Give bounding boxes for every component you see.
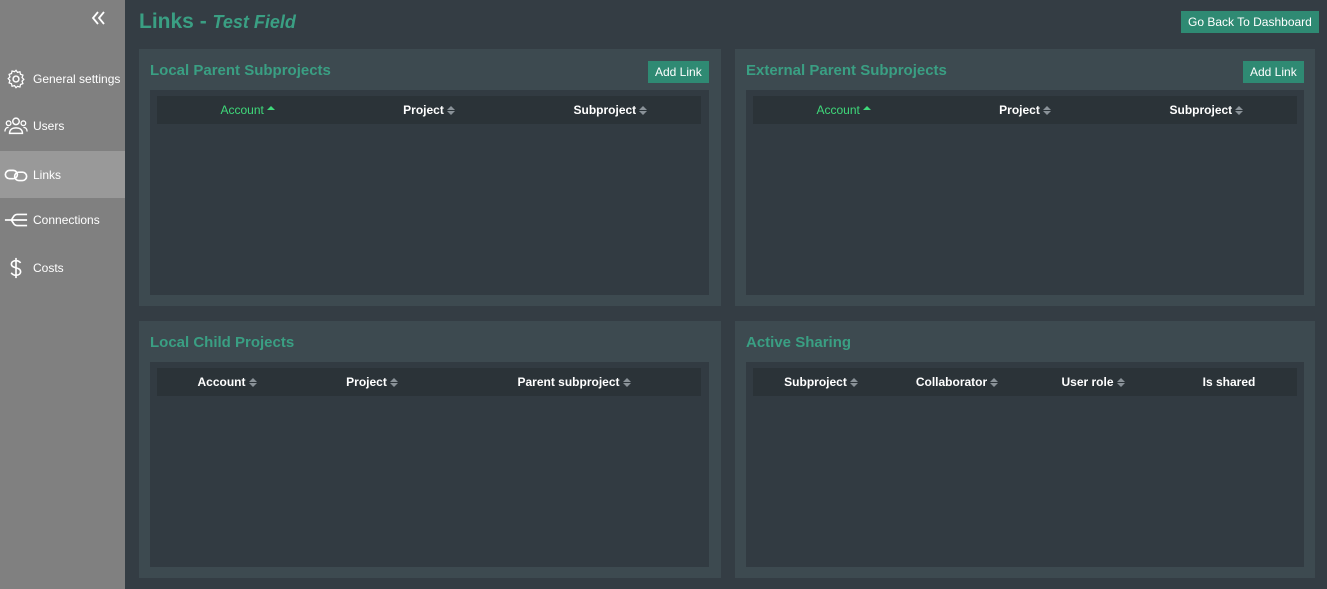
gear-icon xyxy=(4,67,28,91)
sort-icon xyxy=(639,105,648,115)
dollar-icon xyxy=(4,256,28,280)
column-header-is-shared[interactable]: Is shared xyxy=(1161,368,1297,396)
sort-icon xyxy=(389,377,398,387)
local-parent-table: Account Project Subproject xyxy=(150,90,709,295)
sort-icon xyxy=(990,377,999,387)
column-header-account[interactable]: Account xyxy=(157,96,338,124)
sidebar-item-connections[interactable]: Connections xyxy=(0,196,125,243)
column-header-subproject[interactable]: Subproject xyxy=(1116,96,1297,124)
sidebar: General settings Users Links Connections… xyxy=(0,0,125,589)
sidebar-item-costs[interactable]: Costs xyxy=(0,244,125,291)
sidebar-item-general-settings[interactable]: General settings xyxy=(0,55,125,102)
sidebar-item-label: Users xyxy=(33,118,65,133)
connections-icon xyxy=(4,208,28,232)
column-header-project[interactable]: Project xyxy=(297,368,447,396)
collapse-sidebar-icon[interactable] xyxy=(89,8,109,28)
sidebar-item-label: Links xyxy=(33,167,62,182)
column-header-collaborator[interactable]: Collaborator xyxy=(889,368,1025,396)
page-title-main: Links xyxy=(139,10,194,33)
column-header-parent-subproject[interactable]: Parent subproject xyxy=(447,368,701,396)
column-header-project[interactable]: Project xyxy=(338,96,519,124)
table-header: Account Project Subproject xyxy=(157,96,701,124)
column-header-subproject[interactable]: Subproject xyxy=(520,96,701,124)
column-header-user-role[interactable]: User role xyxy=(1025,368,1161,396)
add-link-button[interactable]: Add Link xyxy=(648,61,709,83)
column-header-project[interactable]: Project xyxy=(934,96,1115,124)
panel-title: Local Child Projects xyxy=(150,334,295,351)
users-icon xyxy=(4,114,28,138)
sort-icon xyxy=(446,105,455,115)
local-parent-subprojects-panel: Local Parent Subprojects Add Link Accoun… xyxy=(139,49,721,306)
column-header-account[interactable]: Account xyxy=(753,96,934,124)
column-header-account[interactable]: Account xyxy=(157,368,297,396)
sidebar-item-label: Costs xyxy=(33,260,64,275)
active-sharing-panel: Active Sharing Subproject Collaborator U… xyxy=(735,321,1315,578)
panel-title: Local Parent Subprojects xyxy=(150,62,331,79)
sort-icon xyxy=(1235,105,1244,115)
table-header: Subproject Collaborator User role Is sha… xyxy=(753,368,1297,396)
sort-asc-icon xyxy=(266,105,275,115)
external-parent-subprojects-panel: External Parent Subprojects Add Link Acc… xyxy=(735,49,1315,306)
panel-title: Active Sharing xyxy=(746,334,852,351)
local-child-projects-panel: Local Child Projects Account Project Par… xyxy=(139,321,721,578)
link-icon xyxy=(4,163,28,187)
column-header-subproject[interactable]: Subproject xyxy=(753,368,889,396)
local-child-table: Account Project Parent subproject xyxy=(150,362,709,567)
table-header: Account Project Parent subproject xyxy=(157,368,701,396)
table-header: Account Project Subproject xyxy=(753,96,1297,124)
sidebar-item-label: Connections xyxy=(33,212,100,227)
sort-icon xyxy=(622,377,631,387)
sidebar-item-links[interactable]: Links xyxy=(0,151,125,198)
sidebar-item-label: General settings xyxy=(33,71,121,86)
go-back-to-dashboard-button[interactable]: Go Back To Dashboard xyxy=(1181,11,1319,33)
sort-icon xyxy=(849,377,858,387)
sidebar-item-users[interactable]: Users xyxy=(0,102,125,149)
page-title: Links - Test Field xyxy=(139,10,296,34)
sort-icon xyxy=(1116,377,1125,387)
page-title-separator: - xyxy=(193,10,213,33)
sort-icon xyxy=(1042,105,1051,115)
sort-icon xyxy=(248,377,257,387)
panel-title: External Parent Subprojects xyxy=(746,62,947,79)
active-sharing-table: Subproject Collaborator User role Is sha… xyxy=(746,362,1304,567)
sort-asc-icon xyxy=(862,105,871,115)
page-subtitle: Test Field xyxy=(212,12,296,32)
external-parent-table: Account Project Subproject xyxy=(746,90,1304,295)
add-link-button[interactable]: Add Link xyxy=(1243,61,1304,83)
